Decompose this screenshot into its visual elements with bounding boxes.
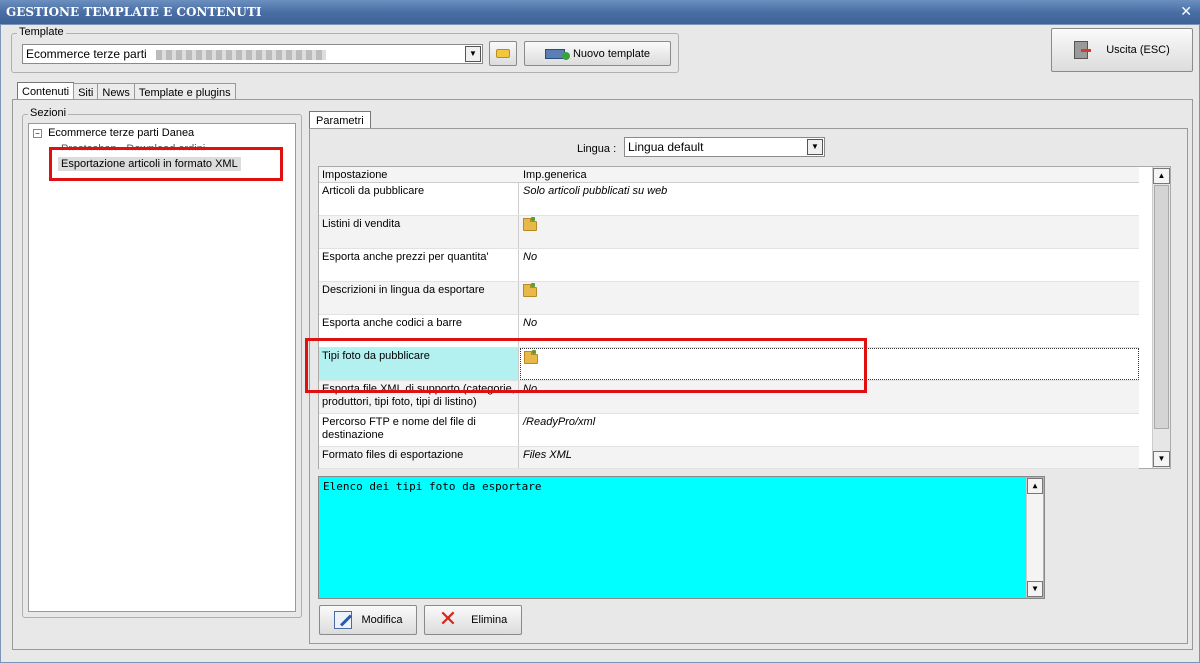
window-title: GESTIONE TEMPLATE E CONTENUTI xyxy=(6,5,262,19)
close-icon[interactable]: ✕ xyxy=(1180,0,1192,24)
exit-label: Uscita (ESC) xyxy=(1106,44,1170,56)
window-titlebar: GESTIONE TEMPLATE E CONTENUTI ✕ xyxy=(0,0,1200,24)
row-label: Formato files di esportazione xyxy=(319,447,519,468)
table-row[interactable]: Listini di vendita xyxy=(319,216,1139,249)
description-textarea[interactable]: Elenco dei tipi foto da esportare ▲ ▼ xyxy=(318,476,1045,599)
row-label: Articoli da pubblicare xyxy=(319,183,519,215)
chevron-down-icon[interactable]: ▼ xyxy=(465,46,481,62)
lingua-select-value: Lingua default xyxy=(628,140,704,154)
sections-tree[interactable]: − Ecommerce terze parti Danea Prestashop… xyxy=(28,123,296,612)
table-row[interactable]: Descrizioni in lingua da esportare xyxy=(319,282,1139,315)
tree-root[interactable]: − Ecommerce terze parti Danea xyxy=(33,127,194,139)
elimina-label: Elimina xyxy=(471,614,508,626)
new-template-button[interactable]: Nuovo template xyxy=(524,41,671,66)
exit-button[interactable]: Uscita (ESC) xyxy=(1051,28,1193,72)
row-label: Esporta anche prezzi per quantita' xyxy=(319,249,519,281)
elimina-button[interactable]: ✕ Elimina xyxy=(424,605,522,635)
table-row[interactable]: Formato files di esportazione Files XML xyxy=(319,447,1139,469)
lingua-select[interactable]: Lingua default ▼ xyxy=(624,137,825,157)
grid-header: Impostazione Imp.generica xyxy=(319,167,1139,183)
description-text: Elenco dei tipi foto da esportare xyxy=(323,480,542,493)
lingua-label: Lingua : xyxy=(577,143,617,155)
delete-x-icon: ✕ xyxy=(438,607,458,632)
row-label: Percorso FTP e nome del file di destinaz… xyxy=(319,414,519,446)
folder-icon[interactable] xyxy=(523,283,537,297)
desc-scroll-up-icon[interactable]: ▲ xyxy=(1027,478,1043,494)
table-row[interactable]: Percorso FTP e nome del file di destinaz… xyxy=(319,414,1139,447)
sections-group-label: Sezioni xyxy=(28,107,69,119)
edit-pencil-icon xyxy=(333,611,352,629)
modifica-label: Modifica xyxy=(361,614,403,626)
annotation-highlight-row xyxy=(305,338,867,393)
tree-root-label: Ecommerce terze parti Danea xyxy=(48,127,195,139)
row-value[interactable] xyxy=(520,216,1139,248)
grid-header-imp-generica: Imp.generica xyxy=(523,169,587,181)
collapse-icon[interactable]: − xyxy=(33,128,42,138)
table-row[interactable]: Esporta anche prezzi per quantita' No xyxy=(319,249,1139,282)
row-value[interactable]: Files XML xyxy=(520,447,1139,468)
settings-grid: Impostazione Imp.generica Articoli da pu… xyxy=(318,166,1171,469)
grid-header-impostazione: Impostazione xyxy=(322,169,388,181)
grid-scrollbar[interactable]: ▲ ▼ xyxy=(1152,167,1170,468)
description-scrollbar[interactable]: ▲ ▼ xyxy=(1026,478,1043,597)
new-template-label: Nuovo template xyxy=(572,47,651,60)
table-row[interactable]: Articoli da pubblicare Solo articoli pub… xyxy=(319,183,1139,216)
row-label: Listini di vendita xyxy=(319,216,519,248)
annotation-highlight-tree xyxy=(49,147,283,181)
template-select-blurred xyxy=(156,49,327,60)
row-label: Descrizioni in lingua da esportare xyxy=(319,282,519,314)
open-template-button[interactable] xyxy=(489,41,517,66)
exit-door-icon xyxy=(1074,41,1092,59)
desc-scroll-down-icon[interactable]: ▼ xyxy=(1027,581,1043,597)
row-value[interactable]: /ReadyPro/xml xyxy=(520,414,1139,446)
scroll-up-icon[interactable]: ▲ xyxy=(1153,168,1170,184)
row-value[interactable]: No xyxy=(520,249,1139,281)
modifica-button[interactable]: Modifica xyxy=(319,605,417,635)
row-value[interactable]: Solo articoli pubblicati su web xyxy=(520,183,1139,215)
template-group-label: Template xyxy=(17,26,66,38)
template-select[interactable]: Ecommerce terze parti ▼ xyxy=(22,44,483,64)
scroll-thumb[interactable] xyxy=(1154,185,1169,429)
scroll-down-icon[interactable]: ▼ xyxy=(1153,451,1170,467)
folder-open-icon xyxy=(496,49,510,58)
lingua-chevron-down-icon[interactable]: ▼ xyxy=(807,139,823,155)
template-select-value: Ecommerce terze parti xyxy=(26,47,147,61)
row-value[interactable] xyxy=(520,282,1139,314)
folder-icon[interactable] xyxy=(523,217,537,231)
add-monitor-icon xyxy=(544,48,570,60)
